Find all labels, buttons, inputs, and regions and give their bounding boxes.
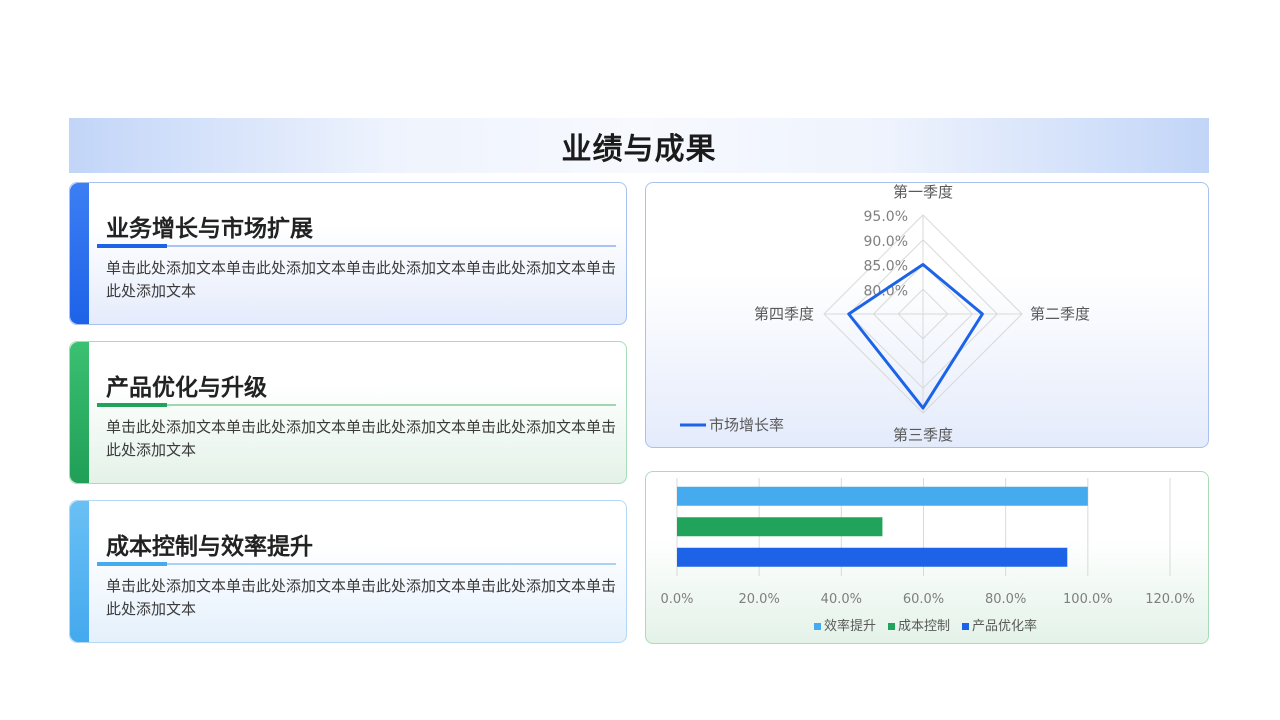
radar-tick-label: 95.0% (864, 209, 908, 225)
page-title: 业绩与成果 (561, 131, 717, 167)
heading-underline (97, 562, 616, 566)
legend-label: 市场增长率 (709, 416, 784, 434)
bar-tick-label: 0.0% (660, 592, 693, 607)
legend-label: 产品优化率 (972, 618, 1037, 634)
radar-axis-label: 第三季度 (893, 426, 953, 444)
card-body-text: 单击此处添加文本单击此处添加文本单击此处添加文本单击此处添加文本单击此处添加文本 (106, 577, 617, 618)
legend-swatch (962, 623, 969, 630)
bar-2 (677, 517, 883, 537)
card-business-growth: 业务增长与市场扩展 单击此处添加文本单击此处添加文本单击此处添加文本单击此处添加… (69, 182, 627, 325)
radar-axis-label: 第二季度 (1030, 305, 1090, 323)
legend-swatch (888, 623, 895, 630)
bar-tick-label: 120.0% (1145, 592, 1195, 607)
card-cost-control: 成本控制与效率提升 单击此处添加文本单击此处添加文本单击此处添加文本单击此处添加… (69, 500, 627, 643)
card-product-optimization: 产品优化与升级 单击此处添加文本单击此处添加文本单击此处添加文本单击此处添加文本… (69, 341, 627, 484)
bar-tick-label: 80.0% (985, 592, 1026, 607)
radar-axis-label: 第四季度 (754, 305, 814, 323)
legend-label: 成本控制 (898, 619, 950, 634)
heading-underline (97, 244, 616, 248)
radar-tick-label: 80.0% (864, 283, 908, 299)
card-heading: 业务增长与市场扩展 (106, 216, 313, 242)
card-accent-bar (70, 342, 89, 483)
bar-chart-panel: 0.0% 20.0% 40.0% 60.0% 80.0% 100.0% 120.0% 效率提升… (645, 471, 1209, 644)
bar-tick-label: 40.0% (821, 592, 862, 607)
heading-underline (97, 403, 616, 407)
radar-chart-panel: 80.0% 85.0% 90.0% 95.0% 第一季度第二季度第三季度 第四季度市场增长… (645, 182, 1209, 448)
legend-label: 效率提升 (824, 618, 876, 634)
bar-chart: 0.0% 20.0% 40.0% 60.0% 80.0% 100.0% 120.0% 效率提升… (660, 478, 1195, 634)
radar-tick-label: 85.0% (864, 259, 908, 275)
radar-chart: 80.0% 85.0% 90.0% 95.0% 第一季度第二季度第三季度 第四季度市场增长… (680, 183, 1090, 444)
bar-tick-label: 60.0% (903, 592, 944, 607)
bar-1 (677, 486, 1088, 506)
card-body-text: 单击此处添加文本单击此处添加文本单击此处添加文本单击此处添加文本单击此处添加文本 (106, 259, 617, 300)
bar-tick-label: 100.0% (1063, 592, 1113, 607)
radar-tick-label: 90.0% (864, 234, 908, 250)
card-accent-bar (70, 183, 89, 324)
bar-tick-label: 20.0% (739, 592, 780, 607)
card-accent-bar (70, 501, 89, 642)
radar-axis-label: 第一季度 (893, 183, 953, 201)
card-body-text: 单击此处添加文本单击此处添加文本单击此处添加文本单击此处添加文本单击此处添加文本 (106, 418, 617, 459)
card-heading: 成本控制与效率提升 (106, 534, 313, 560)
bar-3 (677, 547, 1068, 567)
card-heading: 产品优化与升级 (106, 375, 267, 401)
legend-swatch (814, 623, 821, 630)
title-bar: 业绩与成果 (69, 118, 1209, 173)
